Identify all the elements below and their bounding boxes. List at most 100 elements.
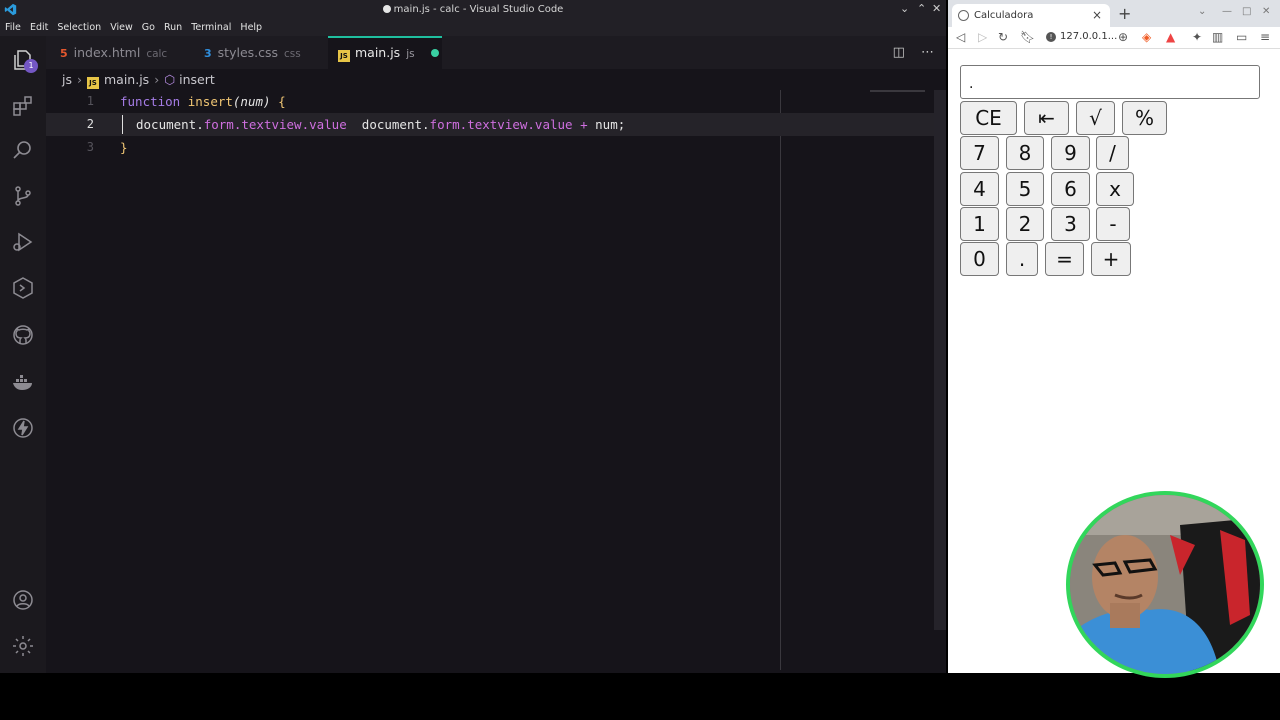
breadcrumb: js › JS main.js › ⬡ insert	[62, 72, 215, 89]
calc-button-9[interactable]: 9	[1051, 136, 1090, 170]
wallet-icon[interactable]: ▭	[1236, 30, 1247, 44]
split-editor-icon[interactable]: ◫	[893, 45, 905, 60]
editor-scrollbar[interactable]	[934, 90, 946, 630]
code-line[interactable]: 1 function insert(num) {	[46, 90, 936, 113]
maximize-button[interactable]: ⌃	[917, 2, 926, 15]
code-line-current[interactable]: 2 document.form.textview.value document.…	[46, 113, 936, 136]
run-debug-icon[interactable]	[11, 230, 35, 254]
brave-shield-icon[interactable]: ◈	[1142, 30, 1151, 44]
calc-button-backspace[interactable]: ⇤	[1024, 101, 1069, 135]
line-number: 3	[86, 140, 94, 154]
calc-button-decimal[interactable]: .	[1006, 242, 1038, 276]
code-text: document.form.textview.value document.fo…	[136, 117, 626, 132]
browser-tab[interactable]: Calculadora ×	[952, 4, 1110, 27]
tab-styles-css[interactable]: 3 styles.css css	[192, 36, 328, 69]
css-icon: 3	[204, 47, 212, 60]
calc-button-4[interactable]: 4	[960, 172, 999, 206]
menu-view[interactable]: View	[110, 22, 133, 33]
webcam-overlay	[1066, 491, 1264, 678]
menu-edit[interactable]: Edit	[30, 22, 48, 33]
remote-explorer-icon[interactable]	[11, 276, 35, 300]
bookmark-icon[interactable]: 🔖︎	[1020, 30, 1035, 44]
menu-help[interactable]: Help	[240, 22, 262, 33]
minimap[interactable]	[870, 90, 925, 92]
calculator-display[interactable]: .	[960, 65, 1260, 99]
calc-button-0[interactable]: 0	[960, 242, 999, 276]
activity-bar	[0, 36, 46, 673]
close-tab-icon[interactable]: ×	[1092, 8, 1102, 22]
calc-button-ce[interactable]: CE	[960, 101, 1017, 135]
vscode-window: main.js - calc - Visual Studio Code ⌄ ⌃ …	[0, 0, 946, 673]
calc-button-multiply[interactable]: x	[1096, 172, 1134, 206]
unsaved-dot-icon	[382, 5, 391, 13]
calc-button-3[interactable]: 3	[1051, 207, 1090, 241]
calc-button-percent[interactable]: %	[1122, 101, 1167, 135]
code-text: }	[120, 140, 128, 155]
breadcrumb-file[interactable]: main.js	[104, 72, 149, 87]
modified-dot-icon[interactable]	[430, 49, 439, 57]
tab-index-html[interactable]: 5 index.html calc	[46, 36, 192, 69]
rewards-icon[interactable]: ▲	[1166, 30, 1175, 44]
account-icon[interactable]	[11, 588, 35, 612]
breadcrumb-symbol[interactable]: insert	[179, 72, 215, 87]
editor-actions: ◫ ⋯	[893, 45, 934, 60]
code-text: function insert(num) {	[120, 94, 286, 109]
thunder-client-icon[interactable]	[11, 416, 35, 440]
calc-button-7[interactable]: 7	[960, 136, 999, 170]
webcam-person-image	[1070, 495, 1260, 674]
minimize-button[interactable]: ⌄	[900, 2, 909, 15]
search-icon[interactable]	[11, 138, 35, 162]
menu-bar: File Edit Selection View Go Run Terminal…	[0, 20, 946, 36]
github-icon[interactable]	[11, 323, 35, 347]
calc-button-subtract[interactable]: -	[1096, 207, 1130, 241]
close-button[interactable]: ✕	[932, 2, 941, 15]
calc-button-8[interactable]: 8	[1006, 136, 1044, 170]
back-icon[interactable]: ◁	[956, 30, 965, 44]
address-text: 127.0.0.1...	[1060, 31, 1118, 42]
tab-main-js[interactable]: JS main.js js	[328, 36, 442, 69]
calc-button-add[interactable]: +	[1091, 242, 1131, 276]
docker-icon[interactable]	[11, 370, 35, 394]
reload-icon[interactable]: ↻	[998, 30, 1008, 44]
code-editor[interactable]: 1 function insert(num) { 2 document.form…	[46, 90, 946, 673]
code-line[interactable]: 3 }	[46, 136, 936, 159]
forward-icon[interactable]: ▷	[978, 30, 987, 44]
browser-maximize-button[interactable]: □	[1242, 6, 1251, 17]
chevron-right-icon: ›	[154, 72, 160, 87]
calc-button-sqrt[interactable]: √	[1076, 101, 1115, 135]
browser-toolbar: ◁ ▷ ↻ 🔖︎ ! 127.0.0.1... ⊕ ◈ ▲ ✦ ▥ ▭ ≡	[948, 27, 1280, 49]
title-bar: main.js - calc - Visual Studio Code ⌄ ⌃ …	[0, 0, 946, 20]
html-icon: 5	[60, 47, 68, 60]
js-icon: JS	[87, 77, 99, 89]
calc-button-equals[interactable]: =	[1045, 242, 1084, 276]
source-control-icon[interactable]	[11, 184, 35, 208]
menu-terminal[interactable]: Terminal	[191, 22, 231, 33]
browser-close-button[interactable]: ✕	[1262, 6, 1270, 17]
menu-run[interactable]: Run	[164, 22, 182, 33]
text-cursor	[122, 115, 123, 134]
calc-button-2[interactable]: 2	[1006, 207, 1044, 241]
menu-file[interactable]: File	[5, 22, 21, 33]
menu-icon[interactable]: ≡	[1260, 30, 1270, 44]
calc-button-6[interactable]: 6	[1051, 172, 1090, 206]
chevron-right-icon: ›	[77, 72, 82, 87]
zoom-icon[interactable]: ⊕	[1118, 30, 1128, 44]
more-actions-icon[interactable]: ⋯	[921, 45, 934, 60]
explorer-badge: 1	[24, 59, 38, 73]
extensions-icon[interactable]	[11, 94, 35, 118]
editor-tab-bar: 5 index.html calc 3 styles.css css JS main.js…	[46, 36, 946, 69]
extensions-puzzle-icon[interactable]: ✦	[1192, 30, 1202, 44]
breadcrumb-folder[interactable]: js	[62, 72, 72, 87]
new-tab-button[interactable]: +	[1118, 4, 1131, 23]
calc-button-1[interactable]: 1	[960, 207, 999, 241]
tab-search-icon[interactable]: ⌄	[1198, 6, 1206, 17]
settings-gear-icon[interactable]	[11, 634, 35, 658]
js-icon: JS	[338, 50, 350, 62]
browser-minimize-button[interactable]: —	[1222, 6, 1232, 17]
calc-button-divide[interactable]: /	[1096, 136, 1129, 170]
sidebar-icon[interactable]: ▥	[1212, 30, 1223, 44]
menu-go[interactable]: Go	[142, 22, 155, 33]
calc-button-5[interactable]: 5	[1006, 172, 1044, 206]
menu-selection[interactable]: Selection	[57, 22, 101, 33]
browser-tab-title: Calculadora	[974, 10, 1034, 21]
